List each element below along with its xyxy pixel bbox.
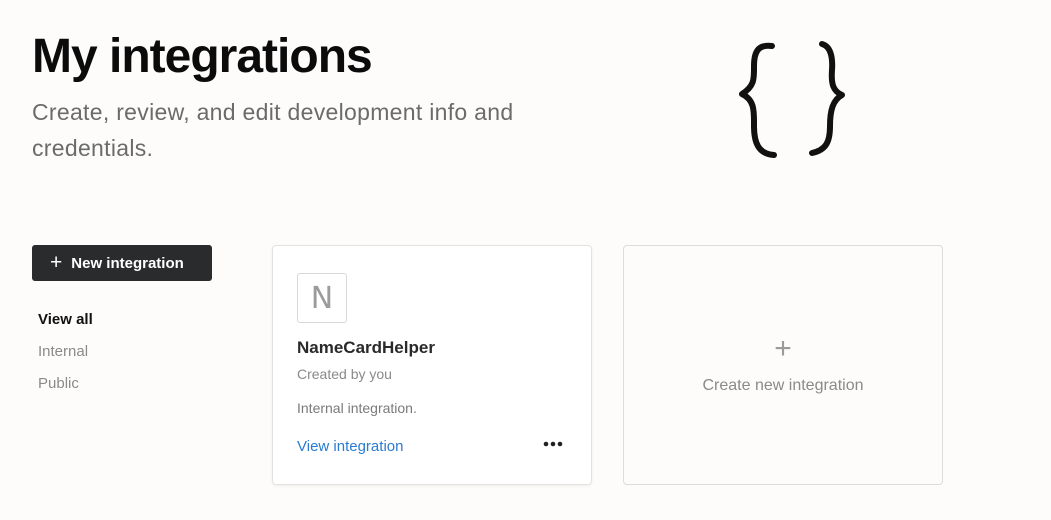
curly-braces-icon xyxy=(739,41,845,158)
filter-public[interactable]: Public xyxy=(38,375,79,392)
filter-internal[interactable]: Internal xyxy=(38,343,88,360)
plus-icon: + xyxy=(774,332,792,365)
page-title: My integrations xyxy=(32,30,373,83)
integration-created-by: Created by you xyxy=(297,366,392,382)
more-horizontal-icon[interactable] xyxy=(539,434,567,454)
create-new-integration-card[interactable]: + Create new integration xyxy=(623,245,943,485)
integration-name: NameCardHelper xyxy=(297,338,435,357)
integrations-page: My integrations Create, review, and edit… xyxy=(0,0,1051,520)
page-subtitle: Create, review, and edit development inf… xyxy=(32,99,514,161)
filter-view-all[interactable]: View all xyxy=(38,311,93,328)
integration-logo: N xyxy=(297,273,347,323)
plus-icon: + xyxy=(50,250,63,274)
create-new-integration-label: Create new integration xyxy=(702,377,864,394)
view-integration-link[interactable]: View integration xyxy=(297,438,403,455)
new-integration-button[interactable]: + New integration xyxy=(32,245,212,281)
new-integration-label: New integration xyxy=(71,254,184,272)
integration-card: N NameCardHelper Created by you Internal… xyxy=(272,245,592,485)
integration-description: Internal integration. xyxy=(297,400,417,416)
